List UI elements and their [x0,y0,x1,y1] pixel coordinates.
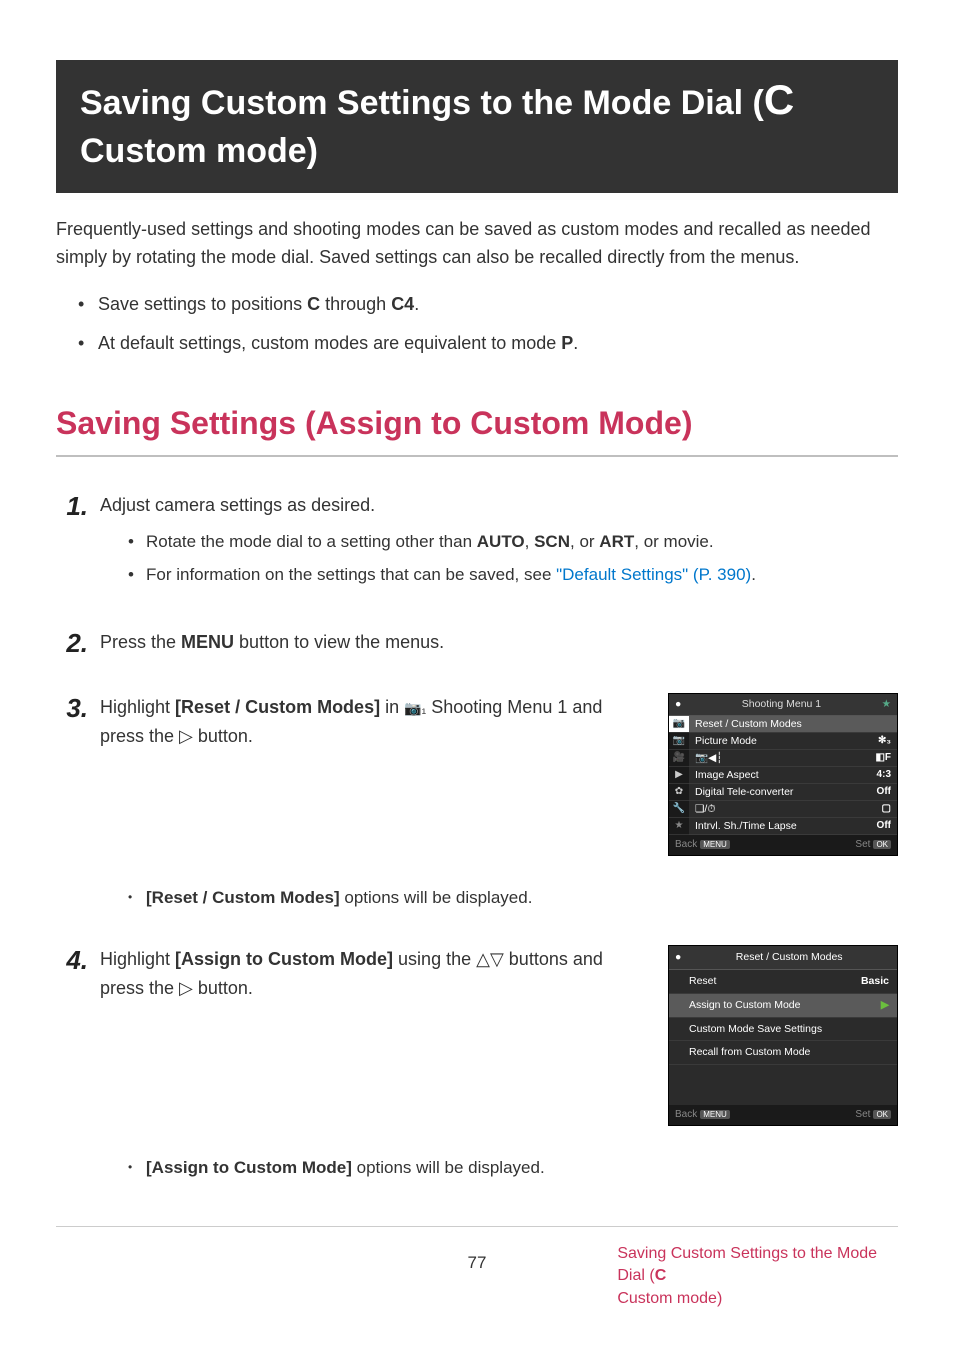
reset-custom-modes-screenshot: ● Reset / Custom Modes ResetBasic Assign … [668,945,898,1126]
step-2: 2. Press the MENU button to view the men… [56,628,898,659]
menu2-rec-icon: ● [675,949,681,966]
menu1-row-picture-mode: Picture Mode✻₃ [689,733,897,750]
menu1-tab-2: 📷 [669,733,689,750]
step-3-sub: [Reset / Custom Modes] options will be d… [100,884,898,911]
menu1-tab-7: ★ [669,818,689,835]
menu1-set-label: Set [855,839,870,850]
intro-bullets: Save settings to positions C through C4.… [56,290,898,358]
bullet-2: At default settings, custom modes are eq… [78,329,898,358]
shooting-menu-1-screenshot: ●Shooting Menu 1★ 📷 📷 🎥 ▶ ✿ 🔧 ★ Reset / … [668,693,898,856]
intro-paragraph: Frequently-used settings and shooting mo… [56,215,898,273]
step-4-sub: [Assign to Custom Mode] options will be … [100,1154,898,1181]
menu1-row-tele: Digital Tele-converterOff [689,784,897,801]
step-1-sub-1: Rotate the mode dial to a setting other … [128,528,898,555]
step-3-sub-1: [Reset / Custom Modes] options will be d… [128,884,898,911]
menu1-menu-btn: MENU [700,840,730,849]
page-title-banner: Saving Custom Settings to the Mode Dial … [56,60,898,193]
down-arrow-icon: ▽ [490,949,504,969]
menu2-row-recall: Recall from Custom Mode [669,1041,897,1065]
banner-line2: Custom mode) [80,132,318,170]
menu2-back-label: Back [675,1109,697,1120]
menu1-row-aspect: Image Aspect4:3 [689,767,897,784]
menu1-tab-1: 📷 [669,716,689,733]
step-1-sub-2: For information on the settings that can… [128,561,898,588]
right-arrow-icon: ▷ [179,726,193,746]
step-3-number: 3. [56,693,88,751]
page-number: 77 [337,1243,618,1276]
menu1-tab-5: ✿ [669,784,689,801]
banner-big-c: C [764,76,794,123]
step-1-sub: Rotate the mode dial to a setting other … [100,528,898,588]
menu1-ok-btn: OK [873,840,891,849]
menu2-menu-btn: MENU [700,1110,730,1119]
menu2-row-save: Custom Mode Save Settings [669,1018,897,1042]
step-2-number: 2. [56,628,88,659]
menu1-row-reset: Reset / Custom Modes [689,716,897,733]
section-heading: Saving Settings (Assign to Custom Mode) [56,398,898,457]
menu1-star-icon: ★ [882,696,891,713]
right-arrow-icon-2: ▷ [179,978,193,998]
menu2-ok-btn: OK [873,1110,891,1119]
camera-icon: 📷₁ [404,700,426,716]
step-4-sub-1: [Assign to Custom Mode] options will be … [128,1154,898,1181]
step-3-row: 3. Highlight [Reset / Custom Modes] in 📷… [56,693,898,856]
menu1-row-timelapse: Intrvl. Sh./Time LapseOff [689,818,897,835]
menu2-title: Reset / Custom Modes [736,951,843,963]
step-1-number: 1. [56,491,88,594]
menu1-tab-4: ▶ [669,767,689,784]
menu2-arrow-icon: ▶ [881,997,889,1014]
menu1-tab-3: 🎥 [669,750,689,767]
menu1-back-label: Back [675,839,697,850]
step-4-number: 4. [56,945,88,1003]
page-footer: 77 Saving Custom Settings to the Mode Di… [56,1226,898,1310]
footer-section-link[interactable]: Saving Custom Settings to the Mode Dial … [617,1243,898,1310]
menu1-title: Shooting Menu 1 [681,696,881,713]
menu2-row-assign: Assign to Custom Mode▶ [669,994,897,1018]
step-4-row: 4. Highlight [Assign to Custom Mode] usi… [56,945,898,1126]
bullet-1: Save settings to positions C through C4. [78,290,898,319]
default-settings-link[interactable]: "Default Settings" (P. 390) [556,565,751,584]
menu2-set-label: Set [855,1109,870,1120]
menu2-row-reset: ResetBasic [669,970,897,994]
banner-line1-prefix: Saving Custom Settings to the Mode Dial … [80,84,764,122]
menu1-row-quality: 📷◀┆◧F [689,750,897,767]
step-1: 1. Adjust camera settings as desired. Ro… [56,491,898,594]
menu1-row-drive: ❏/⏱▢ [689,801,897,818]
up-arrow-icon: △ [476,949,490,969]
menu1-tab-6: 🔧 [669,801,689,818]
step-1-text: Adjust camera settings as desired. [100,495,375,515]
